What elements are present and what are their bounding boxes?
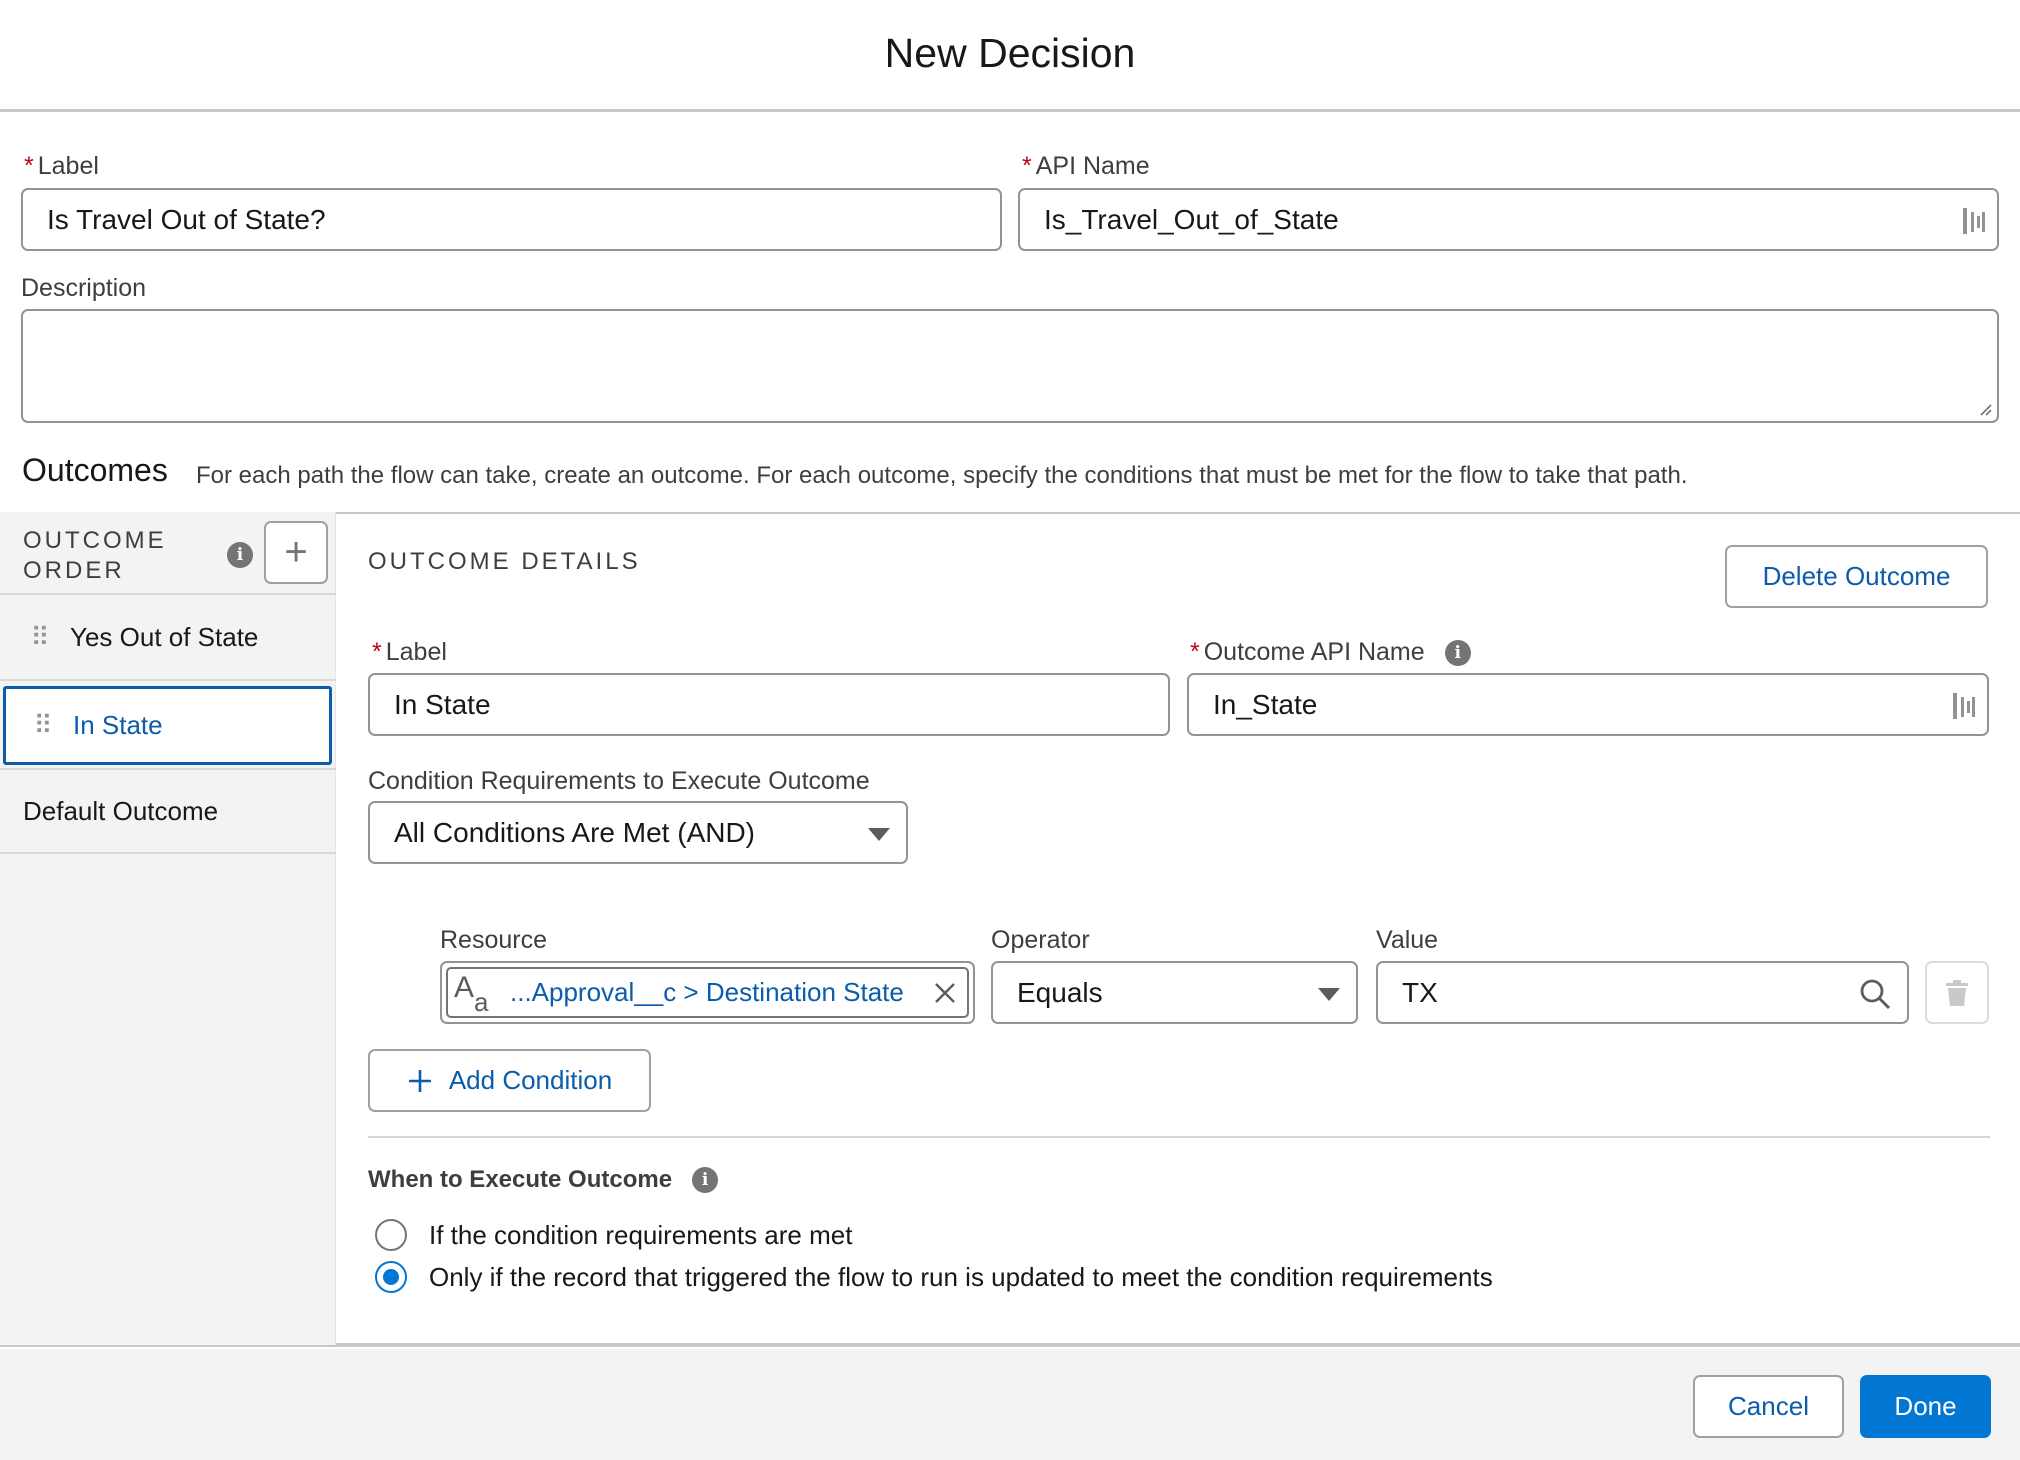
outcome-label-input[interactable]: In State	[368, 673, 1170, 736]
outcome-api-name-input[interactable]: In_State	[1187, 673, 1989, 736]
api-name-field-label: * API Name	[1022, 152, 1150, 180]
modal-title: New Decision	[884, 30, 1136, 76]
add-condition-button[interactable]: Add Condition	[368, 1049, 651, 1112]
radio-button[interactable]	[375, 1261, 407, 1293]
description-textarea[interactable]	[21, 309, 1999, 423]
outcome-details-heading: OUTCOME DETAILS	[368, 548, 641, 575]
delete-outcome-button[interactable]: Delete Outcome	[1725, 545, 1988, 608]
merge-field-icon[interactable]	[1951, 691, 1977, 721]
info-icon[interactable]: i	[692, 1167, 719, 1193]
when-to-execute-heading: When to Execute Outcome i	[368, 1166, 719, 1194]
sidebar-item-in-state[interactable]: ⠿ In State	[3, 686, 332, 765]
chevron-down-icon	[1318, 988, 1340, 1001]
drag-handle-icon[interactable]: ⠿	[25, 710, 59, 741]
modal-footer: Cancel Done	[0, 1349, 2020, 1460]
clear-icon[interactable]	[933, 981, 957, 1005]
resource-label: Resource	[440, 926, 547, 954]
label-field-label: * Label	[24, 152, 99, 180]
outcome-label-field-label: * Label	[372, 638, 447, 666]
text-type-icon: Aa	[454, 970, 489, 1017]
resource-pill[interactable]: Aa ...Approval__c > Destination State	[446, 967, 969, 1018]
operator-select[interactable]: Equals	[991, 961, 1358, 1024]
add-icon	[408, 1069, 431, 1092]
radio-option-condition-met[interactable]: If the condition requirements are met	[375, 1219, 852, 1251]
outcome-order-heading: OUTCOME ORDER	[23, 527, 167, 584]
condition-requirements-select[interactable]: All Conditions Are Met (AND)	[368, 801, 908, 864]
resource-input[interactable]: Aa ...Approval__c > Destination State	[440, 961, 975, 1024]
api-name-input[interactable]: Is_Travel_Out_of_State	[1018, 188, 1999, 251]
add-outcome-button[interactable]: +	[264, 521, 328, 584]
description-field-label: Description	[21, 274, 147, 302]
search-icon[interactable]	[1859, 978, 1891, 1010]
merge-field-icon[interactable]	[1961, 206, 1987, 236]
divider	[368, 1136, 1990, 1138]
label-input[interactable]: Is Travel Out of State?	[21, 188, 1002, 251]
done-button[interactable]: Done	[1860, 1375, 1991, 1438]
cancel-button[interactable]: Cancel	[1693, 1375, 1844, 1438]
operator-label: Operator	[991, 926, 1090, 954]
sidebar-item-default-outcome[interactable]: Default Outcome	[0, 770, 336, 852]
value-label: Value	[1376, 926, 1439, 954]
outcome-api-name-field-label: * Outcome API Name i	[1190, 638, 1471, 667]
resize-handle-icon[interactable]	[1977, 401, 1993, 417]
radio-option-record-updated[interactable]: Only if the record that triggered the fl…	[375, 1261, 1493, 1293]
trash-icon	[1946, 979, 1968, 1006]
condition-requirements-label: Condition Requirements to Execute Outcom…	[368, 767, 870, 795]
chevron-down-icon	[868, 828, 890, 841]
outcome-order-sidebar: OUTCOME ORDER i + ⠿ Yes Out of State ⠿ In…	[0, 512, 336, 1345]
radio-button[interactable]	[375, 1219, 407, 1251]
sidebar-item-yes-out-of-state[interactable]: ⠿ Yes Out of State	[0, 595, 336, 679]
outcomes-title: Outcomes	[22, 452, 168, 488]
info-icon[interactable]: i	[227, 542, 253, 568]
delete-condition-button[interactable]	[1925, 961, 1989, 1024]
modal-header: New Decision	[0, 0, 2020, 112]
drag-handle-icon[interactable]: ⠿	[22, 622, 56, 653]
value-input[interactable]: TX	[1376, 961, 1909, 1024]
outcomes-description: For each path the flow can take, create …	[196, 462, 1688, 489]
info-icon[interactable]: i	[1444, 639, 1471, 666]
